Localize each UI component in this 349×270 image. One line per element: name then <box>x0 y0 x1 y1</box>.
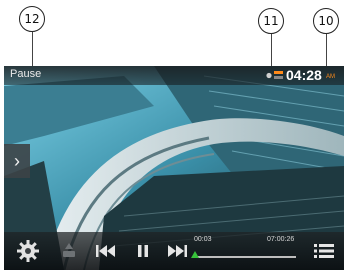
progress-slider[interactable] <box>191 251 296 258</box>
status-label: Pause <box>10 68 42 80</box>
chevron-right-icon: › <box>14 150 20 171</box>
callout-11: 11 <box>258 8 284 34</box>
clock-time: 04:28 <box>286 67 322 83</box>
pause-icon <box>138 245 148 257</box>
side-panel-button[interactable]: › <box>4 144 30 178</box>
pause-button[interactable] <box>135 243 151 259</box>
video-player-screen[interactable]: Pause 04:28 AM › 00:03 07:00:26 <box>4 66 344 270</box>
radio-band-icon <box>274 71 283 74</box>
progress-knob[interactable] <box>191 251 200 258</box>
menu-button[interactable] <box>313 243 335 259</box>
subtitle-button[interactable] <box>59 241 79 261</box>
playback-control-bar: 00:03 07:00:26 <box>4 232 344 270</box>
previous-track-button[interactable] <box>95 243 117 259</box>
callout-10-leader <box>326 34 327 68</box>
callout-11-leader <box>271 34 272 68</box>
status-indicator-icons <box>266 71 283 79</box>
callout-10: 10 <box>313 8 339 34</box>
next-track-button[interactable] <box>166 243 188 259</box>
settings-button[interactable] <box>16 239 40 263</box>
previous-track-icon <box>96 245 115 257</box>
clock-ampm: AM <box>326 74 335 80</box>
gear-icon <box>17 240 39 262</box>
status-bar: Pause 04:28 AM <box>4 66 344 85</box>
total-time: 07:00:26 <box>267 236 295 243</box>
callout-12-leader <box>32 32 33 66</box>
callout-12: 12 <box>19 6 45 32</box>
next-track-icon <box>168 245 187 257</box>
list-menu-icon <box>314 244 334 258</box>
elapsed-time: 00:03 <box>194 236 212 243</box>
subtitle-icon <box>63 243 75 257</box>
connection-icon <box>266 72 272 79</box>
